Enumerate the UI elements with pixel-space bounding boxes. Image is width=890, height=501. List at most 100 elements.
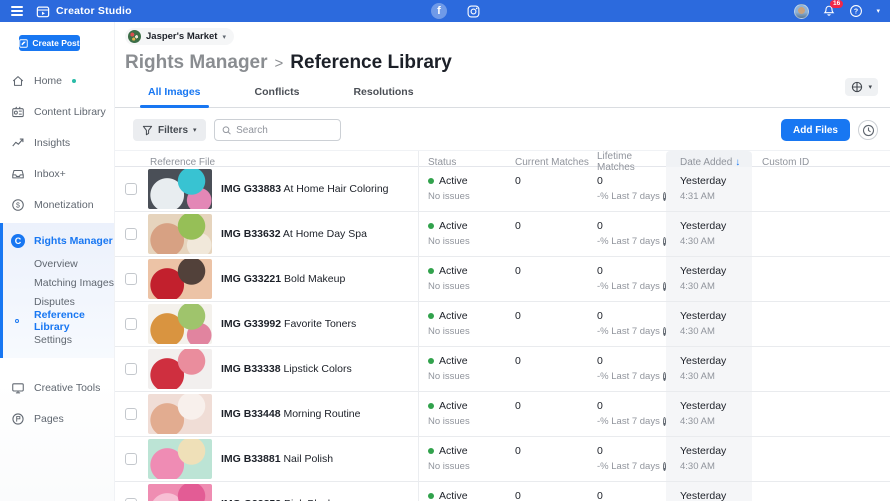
tab-conflicts[interactable]: Conflicts [247, 83, 308, 107]
column-header-custom-id[interactable]: Custom ID [752, 157, 890, 168]
row-thumbnail[interactable] [148, 439, 212, 479]
custom-id-cell [752, 347, 890, 391]
sidebar-subitem-reference-library[interactable]: Reference Library [3, 311, 114, 330]
row-checkbox[interactable] [125, 453, 137, 465]
status-cell: Active No issues [419, 347, 512, 391]
table-row[interactable]: IMG G33221 Bold Makeup Active No issues … [115, 257, 890, 302]
active-status-icon [428, 493, 434, 499]
active-status-icon [428, 313, 434, 319]
status-cell: Active No issues [419, 482, 512, 501]
status-cell: Active No issues [419, 392, 512, 436]
sidebar-item-content-library[interactable]: Content Library [0, 96, 114, 127]
table-row[interactable]: IMG B33632 At Home Day Spa Active No iss… [115, 212, 890, 257]
inbox-icon [11, 167, 25, 181]
create-post-button[interactable]: Create Post [19, 35, 80, 51]
row-thumbnail[interactable] [148, 214, 212, 254]
sidebar-item-rights-manager[interactable]: C Rights Manager [3, 228, 114, 254]
table-row[interactable]: IMG G33883 At Home Hair Coloring Active … [115, 167, 890, 212]
tab-resolutions[interactable]: Resolutions [345, 83, 421, 107]
breadcrumb-parent[interactable]: Rights Manager [125, 52, 268, 74]
sidebar-item-insights[interactable]: Insights [0, 127, 114, 158]
row-checkbox[interactable] [125, 318, 137, 330]
sidebar-item-monetization[interactable]: $ Monetization [0, 189, 114, 220]
filters-button[interactable]: Filters ▾ [133, 119, 206, 141]
table-row[interactable]: IMG G33853 Pink Blush Active No issues 0… [115, 482, 890, 501]
table-row[interactable]: IMG B33338 Lipstick Colors Active No iss… [115, 347, 890, 392]
history-button[interactable] [858, 120, 878, 140]
home-icon [11, 74, 25, 88]
sort-descending-icon: ↓ [735, 157, 740, 168]
date-added-cell: Yesterday 4:30 AM [666, 482, 752, 501]
account-selector[interactable]: Jasper's Market ▾ [125, 28, 234, 45]
date-added-cell: Yesterday 4:30 AM [666, 437, 752, 481]
current-matches-value: 0 [512, 257, 594, 301]
date-added-cell: Yesterday 4:30 AM [666, 257, 752, 301]
search-box [214, 119, 341, 141]
lifetime-matches-cell: 0 -% Last 7 daysi [594, 212, 666, 256]
reference-file-name[interactable]: IMG B33881 Nail Polish [221, 437, 419, 481]
reference-file-name[interactable]: IMG B33448 Morning Routine [221, 392, 419, 436]
help-icon[interactable]: ? [849, 4, 863, 18]
row-thumbnail[interactable] [148, 484, 212, 501]
custom-id-cell [752, 167, 890, 211]
row-thumbnail[interactable] [148, 169, 212, 209]
facebook-tab-icon[interactable]: f [431, 3, 447, 19]
row-checkbox[interactable] [125, 363, 137, 375]
current-matches-value: 0 [512, 302, 594, 346]
column-header-status[interactable]: Status [419, 157, 512, 168]
reference-file-name[interactable]: IMG G33992 Favorite Toners [221, 302, 419, 346]
custom-id-cell [752, 257, 890, 301]
custom-id-cell [752, 392, 890, 436]
custom-id-cell [752, 212, 890, 256]
row-thumbnail[interactable] [148, 349, 212, 389]
row-thumbnail[interactable] [148, 304, 212, 344]
toolbar: Filters ▾ Add Files [115, 119, 890, 141]
current-matches-value: 0 [512, 392, 594, 436]
rights-manager-section: C Rights Manager Overview Matching Image… [0, 223, 114, 358]
instagram-tab-icon[interactable] [467, 5, 480, 18]
current-matches-value: 0 [512, 212, 594, 256]
current-matches-value: 0 [512, 167, 594, 211]
creative-tools-icon [11, 381, 25, 395]
reference-file-name[interactable]: IMG G33853 Pink Blush [221, 482, 419, 501]
sidebar-subitem-matching-images[interactable]: Matching Images [3, 273, 114, 292]
row-thumbnail[interactable] [148, 394, 212, 434]
user-avatar[interactable] [794, 4, 809, 19]
insights-icon [11, 136, 25, 150]
row-thumbnail[interactable] [148, 259, 212, 299]
search-input[interactable] [236, 125, 332, 136]
sidebar-subitem-overview[interactable]: Overview [3, 254, 114, 273]
add-files-button[interactable]: Add Files [781, 119, 850, 141]
reference-file-name[interactable]: IMG G33221 Bold Makeup [221, 257, 419, 301]
status-cell: Active No issues [419, 257, 512, 301]
row-checkbox[interactable] [125, 183, 137, 195]
sidebar-item-creative-tools[interactable]: Creative Tools [0, 372, 114, 403]
current-matches-value: 0 [512, 482, 594, 501]
account-caret-icon[interactable]: ▾ [876, 7, 880, 15]
row-checkbox[interactable] [125, 273, 137, 285]
row-checkbox[interactable] [125, 408, 137, 420]
notifications-bell-icon[interactable]: 16 [822, 4, 836, 18]
status-cell: Active No issues [419, 167, 512, 211]
table-row[interactable]: IMG B33881 Nail Polish Active No issues … [115, 437, 890, 482]
sidebar-item-pages[interactable]: Pages [0, 403, 114, 434]
date-added-cell: Yesterday 4:30 AM [666, 212, 752, 256]
column-header-current-matches[interactable]: Current Matches [512, 157, 594, 168]
reference-file-name[interactable]: IMG G33883 At Home Hair Coloring [221, 167, 419, 211]
svg-text:?: ? [854, 9, 858, 16]
tab-all-images[interactable]: All Images [140, 83, 209, 107]
sidebar-item-inbox[interactable]: Inbox+ [0, 158, 114, 189]
view-options-button[interactable]: ▾ [845, 78, 878, 96]
active-status-icon [428, 358, 434, 364]
globe-icon [851, 81, 863, 93]
account-logo [128, 30, 141, 43]
reference-file-name[interactable]: IMG B33338 Lipstick Colors [221, 347, 419, 391]
sidebar-subitem-settings[interactable]: Settings [3, 330, 114, 349]
table-row[interactable]: IMG B33448 Morning Routine Active No iss… [115, 392, 890, 437]
sidebar-item-home[interactable]: Home [0, 65, 114, 96]
row-checkbox[interactable] [125, 228, 137, 240]
reference-file-name[interactable]: IMG B33632 At Home Day Spa [221, 212, 419, 256]
menu-icon[interactable] [0, 6, 30, 16]
notification-count-badge: 16 [830, 0, 842, 8]
table-row[interactable]: IMG G33992 Favorite Toners Active No iss… [115, 302, 890, 347]
